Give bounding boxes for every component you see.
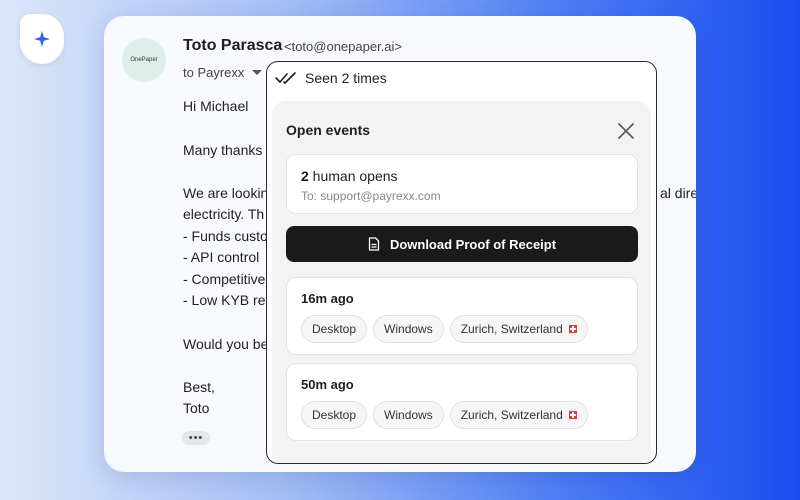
document-icon <box>368 237 380 251</box>
email-bullet: - Competitive <box>183 271 266 287</box>
panel-title: Open events <box>286 122 371 138</box>
sender-name: Toto Parasca <box>183 37 283 54</box>
swiss-flag-icon <box>568 325 577 333</box>
email-line: We are lookin <box>183 185 269 201</box>
email-line: electricity. Th <box>183 206 265 222</box>
swiss-flag-icon <box>568 411 577 419</box>
device-chip: Desktop <box>301 315 368 343</box>
sparkle-icon <box>33 30 51 48</box>
chevron-down-icon <box>252 70 263 75</box>
event-time: 16m ago <box>301 291 354 306</box>
device-chip: Desktop <box>301 401 368 429</box>
opens-recipient: To: support@payrexx.com <box>301 189 441 203</box>
location-label: Zurich, Switzerland <box>460 408 563 422</box>
email-signoff: Best, <box>183 379 215 395</box>
os-chip: Windows <box>373 401 444 429</box>
sender-email: <toto@onepaper.ai> <box>284 39 403 54</box>
app-logo[interactable] <box>20 14 64 64</box>
events-panel: Open events 2 human opens To: support@pa… <box>272 101 651 463</box>
opens-label: human opens <box>308 168 398 184</box>
double-check-icon <box>275 72 296 84</box>
location-chip: Zurich, Switzerland <box>449 401 588 429</box>
os-chip: Windows <box>373 315 444 343</box>
close-icon <box>618 123 634 139</box>
email-bullet: - Funds custo <box>183 228 268 244</box>
seen-indicator[interactable]: Seen 2 times <box>275 70 387 86</box>
open-events-popover: Seen 2 times Open events 2 human opens T… <box>266 61 657 464</box>
download-proof-button[interactable]: Download Proof of Receipt <box>286 226 638 262</box>
recipient-toggle[interactable]: to Payrexx <box>183 65 263 80</box>
event-time: 50m ago <box>301 377 354 392</box>
open-event-card: 50m ago Desktop Windows Zurich, Switzerl… <box>286 363 638 441</box>
avatar: OnePaper <box>122 38 166 82</box>
email-greeting: Hi Michael <box>183 98 249 114</box>
opens-summary: 2 human opens <box>301 168 398 184</box>
seen-label: Seen 2 times <box>305 70 387 86</box>
close-button[interactable] <box>616 121 636 141</box>
opens-count: 2 <box>301 168 309 184</box>
recipient-label: to Payrexx <box>183 65 245 80</box>
opens-summary-card: 2 human opens To: support@payrexx.com <box>286 154 638 214</box>
location-chip: Zurich, Switzerland <box>449 315 588 343</box>
email-bullet: - API control <box>183 249 260 265</box>
location-label: Zurich, Switzerland <box>460 322 563 336</box>
show-trimmed-button[interactable]: ••• <box>182 431 210 445</box>
download-proof-label: Download Proof of Receipt <box>389 236 557 252</box>
avatar-label: OnePaper <box>130 57 158 63</box>
email-signature: Toto <box>183 400 210 416</box>
email-line: Many thanks <box>183 142 263 158</box>
email-line-tail: al dire <box>660 185 696 201</box>
open-event-card: 16m ago Desktop Windows Zurich, Switzerl… <box>286 277 638 355</box>
email-bullet: - Low KYB re <box>183 292 266 308</box>
email-line: Would you be <box>183 336 269 352</box>
